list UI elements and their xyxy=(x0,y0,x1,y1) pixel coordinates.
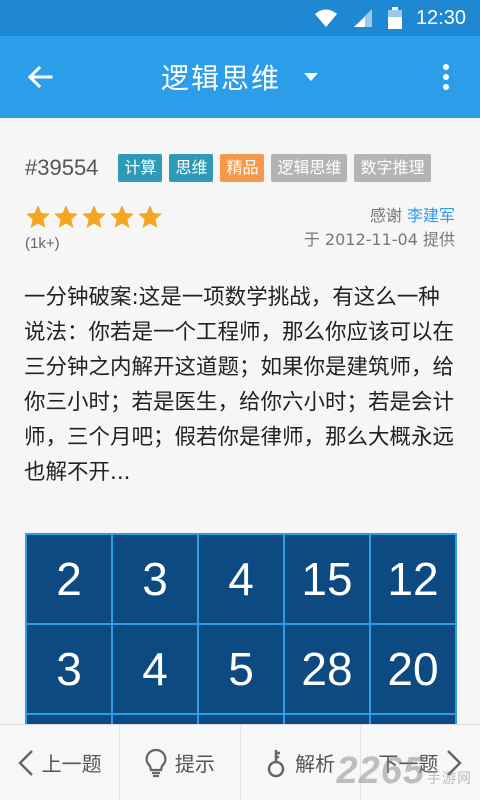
grid-cell: 15 xyxy=(285,535,369,623)
cellular-signal-icon xyxy=(353,9,372,27)
grid-cell: 4 xyxy=(199,535,283,623)
grid-cell xyxy=(199,715,283,724)
prev-question-button[interactable]: 上一题 xyxy=(0,725,121,800)
wifi-icon xyxy=(314,9,337,27)
credit-block: 感谢 李建军 于 2012-11-04 提供 xyxy=(304,204,455,252)
tag-calculation[interactable]: 计算 xyxy=(118,154,163,182)
grid-cell: 5 xyxy=(199,625,283,713)
category-dropdown[interactable]: 逻辑思维 xyxy=(161,57,319,97)
star-icon xyxy=(54,205,78,228)
grid-cell: 3 xyxy=(113,535,197,623)
rating-count: (1k+) xyxy=(25,235,60,252)
overflow-menu-button[interactable] xyxy=(426,62,466,92)
watermark-logo: 2265 手游网 xyxy=(336,750,472,792)
star-icon xyxy=(82,205,106,228)
author-link[interactable]: 李建军 xyxy=(407,206,455,225)
question-card: #39554 计算 思维 精品 逻辑思维 数字推理 (1k+) 感谢 李建军 于… xyxy=(0,118,480,724)
question-text: 一分钟破案:这是一项数学挑战，有这么一种说法：你若是一个工程师，那么你应该可以在… xyxy=(24,285,455,485)
star-icon xyxy=(110,205,134,228)
grid-cell: 20 xyxy=(371,625,455,713)
provided-date: 于 2012-11-04 提供 xyxy=(303,230,455,249)
more-vertical-icon xyxy=(443,64,449,90)
question-header: #39554 计算 思维 精品 逻辑思维 数字推理 xyxy=(25,154,438,182)
grid-cell: 3 xyxy=(27,625,111,713)
grid-cell: 28 xyxy=(285,625,369,713)
hint-label: 提示 xyxy=(174,752,215,776)
rating-stars xyxy=(25,204,163,230)
grid-cell xyxy=(285,715,369,724)
grid-cell: 4 xyxy=(113,625,197,713)
tag-thinking[interactable]: 思维 xyxy=(169,154,214,182)
number-grid: 2 3 4 15 12 3 4 5 28 20 xyxy=(25,533,457,724)
tag-number-reasoning[interactable]: 数字推理 xyxy=(354,154,431,182)
hint-button[interactable]: 提示 xyxy=(120,725,241,800)
lightbulb-icon xyxy=(145,748,167,777)
analysis-label: 解析 xyxy=(295,752,336,776)
status-bar: 12:30 xyxy=(0,0,480,36)
app-bar: 逻辑思维 xyxy=(0,36,480,118)
status-time: 12:30 xyxy=(415,6,466,29)
tag-featured[interactable]: 精品 xyxy=(220,154,265,182)
page-title: 逻辑思维 xyxy=(160,62,281,95)
grid-cell xyxy=(113,715,197,724)
chevron-left-icon xyxy=(17,749,33,776)
battery-icon xyxy=(387,7,402,29)
caret-down-icon xyxy=(304,73,318,81)
arrow-left-icon xyxy=(27,65,53,89)
grid-cell: 2 xyxy=(27,535,111,623)
prev-label: 上一题 xyxy=(41,752,102,776)
star-icon xyxy=(138,205,162,228)
grid-cell xyxy=(371,715,455,724)
key-icon xyxy=(267,749,285,777)
grid-cell xyxy=(27,715,111,724)
tag-logic[interactable]: 逻辑思维 xyxy=(271,154,348,182)
credit-prefix: 感谢 xyxy=(369,206,402,225)
question-id: #39554 xyxy=(25,155,99,180)
star-icon xyxy=(26,205,50,228)
back-button[interactable] xyxy=(0,36,80,118)
grid-cell: 12 xyxy=(371,535,455,623)
